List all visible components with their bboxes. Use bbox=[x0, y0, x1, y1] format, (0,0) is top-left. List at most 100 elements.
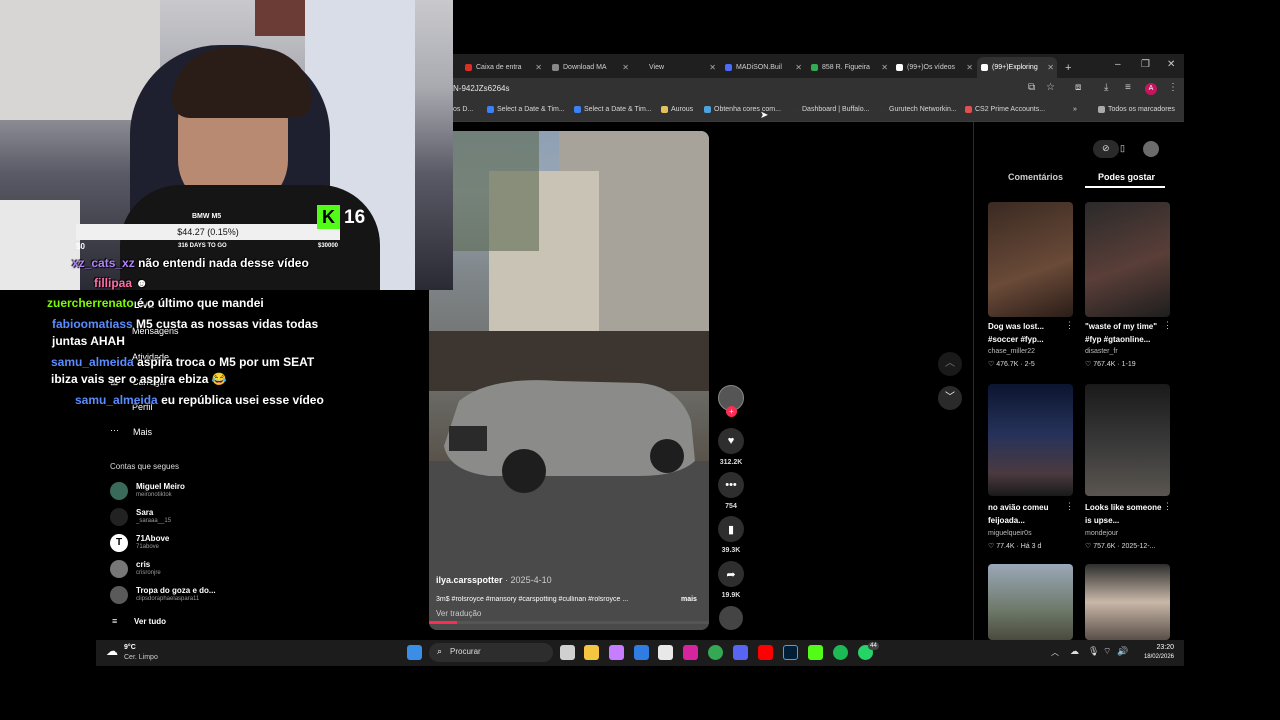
like-heart-icon[interactable]: ♥ bbox=[718, 428, 744, 454]
network-icon[interactable]: ☁ bbox=[1070, 646, 1079, 657]
more-caption-link[interactable]: mais bbox=[681, 596, 697, 603]
account-name[interactable]: Miguel Meiro bbox=[136, 482, 185, 491]
more-options-icon[interactable]: ⋮ bbox=[1065, 320, 1074, 331]
user-avatar[interactable] bbox=[1143, 141, 1159, 157]
copilot-icon[interactable] bbox=[609, 645, 624, 660]
file-explorer-icon[interactable] bbox=[584, 645, 599, 660]
close-tab-icon[interactable]: ✕ bbox=[1047, 63, 1054, 72]
mail-icon[interactable] bbox=[634, 645, 649, 660]
minimize-icon[interactable]: – bbox=[1115, 59, 1121, 70]
windows-start-icon[interactable] bbox=[407, 645, 422, 660]
avatar[interactable] bbox=[110, 482, 128, 500]
cast-icon[interactable]: ⧉ bbox=[1028, 82, 1035, 93]
close-tab-icon[interactable]: ✕ bbox=[795, 63, 802, 72]
close-tab-icon[interactable]: ✕ bbox=[535, 63, 542, 72]
clock-time[interactable]: 23:20 bbox=[1140, 644, 1174, 651]
card-title[interactable]: Dog was lost... #soccer #fyp... bbox=[988, 320, 1068, 346]
card-title[interactable]: Looks like someone is upse... bbox=[1085, 501, 1165, 527]
task-view-icon[interactable] bbox=[560, 645, 575, 660]
share-icon[interactable]: ➦ bbox=[718, 561, 744, 587]
tab-gmail[interactable]: Caixa de entra ✕ bbox=[461, 57, 545, 78]
video-progress-track[interactable] bbox=[429, 621, 709, 624]
extensions-icon[interactable]: ⧈ bbox=[1075, 82, 1081, 93]
bookmark-icon[interactable]: ▮ bbox=[718, 516, 744, 542]
maximize-icon[interactable]: ❐ bbox=[1141, 59, 1150, 70]
tab-madison[interactable]: MADiSON.Buil ✕ bbox=[721, 57, 805, 78]
translate-link[interactable]: Ver tradução bbox=[436, 609, 481, 618]
account-name[interactable]: cris bbox=[136, 560, 150, 569]
account-name[interactable]: Tropa do goza e do... bbox=[136, 586, 216, 595]
bookmark-item[interactable]: os D... bbox=[453, 106, 473, 113]
weather-icon[interactable]: ☁ bbox=[106, 644, 118, 658]
tab-view[interactable]: View ✕ bbox=[635, 57, 719, 78]
card-user[interactable]: chase_miller22 bbox=[988, 348, 1035, 355]
video-thumbnail[interactable] bbox=[988, 202, 1073, 317]
comment-icon[interactable]: ••• bbox=[718, 472, 744, 498]
card-title[interactable]: no avião comeu feijoada... bbox=[988, 501, 1068, 527]
chevron-up-icon[interactable]: ︿ bbox=[1051, 647, 1059, 658]
photoshop-icon[interactable] bbox=[783, 645, 798, 660]
bookmark-item[interactable]: Select a Date & Tim... bbox=[487, 106, 565, 113]
close-tab-icon[interactable]: ✕ bbox=[966, 63, 973, 72]
video-thumbnail[interactable] bbox=[1085, 384, 1170, 496]
close-tab-icon[interactable]: ✕ bbox=[709, 63, 716, 72]
close-tab-icon[interactable]: ✕ bbox=[622, 63, 629, 72]
bookmark-item[interactable]: Aurous bbox=[661, 106, 693, 113]
volume-icon[interactable]: 🔊 bbox=[1117, 646, 1128, 657]
spotify-icon[interactable] bbox=[833, 645, 848, 660]
avatar[interactable] bbox=[110, 508, 128, 526]
search-box[interactable] bbox=[429, 643, 553, 662]
video-player[interactable]: ilya.carsspotter · 2025-4-10 3m$ #rolsro… bbox=[429, 131, 709, 630]
tab-tiktok-exploring[interactable]: (99+)Exploring ✕ bbox=[977, 57, 1057, 78]
bookmark-item[interactable]: CS2 Prime Accounts... bbox=[965, 106, 1045, 113]
chevron-up-icon[interactable]: ︿ bbox=[938, 352, 962, 376]
more-dots-icon[interactable]: ··· bbox=[110, 425, 119, 435]
video-thumbnail[interactable] bbox=[988, 564, 1073, 640]
bookmark-item[interactable]: Select a Date & Tim... bbox=[574, 106, 652, 113]
microphone-icon[interactable]: 🎙 bbox=[1088, 646, 1099, 657]
card-user[interactable]: mondejour bbox=[1085, 530, 1118, 537]
bookmark-item[interactable]: Gurutech Networkin... bbox=[879, 106, 957, 113]
kick-app-icon[interactable] bbox=[808, 645, 823, 660]
chrome-icon[interactable] bbox=[708, 645, 723, 660]
card-title[interactable]: "waste of my time" #fyp #gtaonline... bbox=[1085, 320, 1165, 346]
media-icon[interactable]: ≡ bbox=[1125, 82, 1131, 93]
card-user[interactable]: miguelqueir0s bbox=[988, 530, 1032, 537]
tab-tiktok-videos[interactable]: (99+)Os vídeos ✕ bbox=[892, 57, 976, 78]
video-thumbnail[interactable] bbox=[988, 384, 1073, 496]
avatar[interactable] bbox=[110, 586, 128, 604]
wifi-icon[interactable]: ⌔ bbox=[1103, 646, 1111, 657]
more-options-icon[interactable]: ⋮ bbox=[1163, 320, 1172, 331]
bookmark-item[interactable]: Obtenha cores com... bbox=[704, 106, 781, 113]
youtube-icon[interactable] bbox=[758, 645, 773, 660]
close-tab-icon[interactable]: ✕ bbox=[881, 63, 888, 72]
chevron-down-icon[interactable]: ﹀ bbox=[938, 386, 962, 410]
account-name[interactable]: Sara bbox=[136, 508, 153, 517]
compass-icon[interactable]: ⊘ bbox=[1102, 143, 1110, 154]
all-bookmarks[interactable]: Todos os marcadores bbox=[1098, 106, 1175, 113]
close-window-icon[interactable]: ✕ bbox=[1167, 59, 1175, 70]
more-options-icon[interactable]: ⋮ bbox=[1163, 501, 1172, 512]
video-author[interactable]: ilya.carsspotter · 2025-4-10 bbox=[436, 575, 552, 585]
tab-maps[interactable]: 858 R. Figueira ✕ bbox=[807, 57, 891, 78]
avatar[interactable]: T bbox=[110, 534, 128, 552]
video-thumbnail[interactable] bbox=[1085, 202, 1170, 317]
download-icon[interactable]: ⤓ bbox=[1104, 82, 1108, 93]
weather-temp[interactable]: 9°C bbox=[124, 644, 136, 651]
discord-icon[interactable] bbox=[733, 645, 748, 660]
weather-desc[interactable]: Cer. Limpo bbox=[124, 654, 158, 661]
follow-plus-icon[interactable]: + bbox=[726, 406, 737, 417]
account-name[interactable]: 71Above bbox=[136, 534, 169, 543]
tab-comments[interactable]: Comentários bbox=[1008, 172, 1063, 182]
new-tab-button[interactable]: + bbox=[1061, 57, 1075, 78]
bookmark-item[interactable]: Dashboard | Buffalo... bbox=[792, 106, 869, 113]
bookmarks-overflow-icon[interactable]: » bbox=[1073, 106, 1077, 113]
bookmark-star-icon[interactable]: ☆ bbox=[1046, 82, 1055, 93]
more-options-icon[interactable]: ⋮ bbox=[1065, 501, 1074, 512]
card-user[interactable]: disaster_fr bbox=[1085, 348, 1118, 355]
store-icon[interactable] bbox=[658, 645, 673, 660]
device-icon[interactable]: ▯ bbox=[1120, 143, 1125, 154]
tab-download[interactable]: Download MA ✕ bbox=[548, 57, 632, 78]
menu-kebab-icon[interactable]: ⋮ bbox=[1168, 82, 1178, 93]
see-all-link[interactable]: Ver tudo bbox=[134, 617, 166, 626]
